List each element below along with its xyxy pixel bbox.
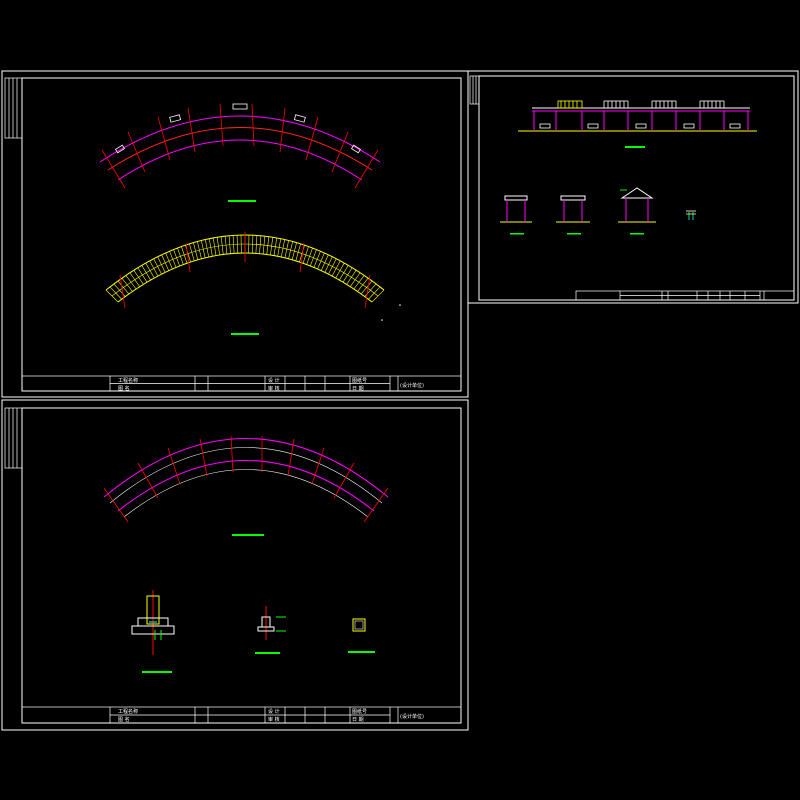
elevation-label-bar <box>625 146 645 148</box>
foundation-plan-label-bar <box>232 534 264 536</box>
title-block <box>21 375 462 392</box>
rafter <box>349 272 361 287</box>
rafter <box>161 254 170 271</box>
sheet-elevation <box>467 70 799 304</box>
rafter <box>295 243 301 261</box>
rafter <box>109 286 122 300</box>
rafter <box>251 235 254 254</box>
rafter <box>368 286 381 300</box>
title-block <box>21 706 462 724</box>
title-block-design: 设 计 <box>268 377 280 384</box>
rafter <box>133 270 144 285</box>
binding-strip <box>4 407 23 469</box>
foundation-axes <box>103 435 389 523</box>
sheet-inner-frame <box>21 77 462 392</box>
roof-plan-panels <box>114 103 362 154</box>
title-block <box>575 290 795 301</box>
rafter-label-bar <box>231 333 259 335</box>
footing-2-label-bar <box>255 652 280 654</box>
rafter <box>360 280 373 295</box>
rafter <box>331 260 341 277</box>
rafter <box>153 258 162 275</box>
rafter <box>364 283 377 297</box>
rafter <box>328 258 337 275</box>
rafter <box>137 267 148 283</box>
rafter <box>236 235 239 254</box>
rafter <box>113 283 126 297</box>
detail-3-label-bar <box>630 233 644 235</box>
roof-plan-axes <box>101 103 379 189</box>
rafter <box>353 275 365 290</box>
rafter <box>357 277 369 292</box>
rafter-axes <box>119 232 371 309</box>
footing-detail-1 <box>131 590 175 655</box>
sheet-border <box>1 70 469 398</box>
rafter <box>141 265 151 281</box>
title-block-company: (设计单位) <box>400 713 424 720</box>
detail-1-label-bar <box>510 233 524 235</box>
rafter <box>193 242 199 260</box>
rafter <box>284 240 289 258</box>
rafter <box>121 277 133 292</box>
section-detail-2 <box>556 195 590 223</box>
title-block-check: 审 核 <box>268 385 280 392</box>
rafter <box>339 265 349 281</box>
binding-strip <box>469 75 480 105</box>
title-block-drawing-no: 图纸号 <box>352 377 367 384</box>
title-block-drawing: 图 名 <box>118 385 130 392</box>
roof-pavilions <box>557 100 725 109</box>
plan-label-bar <box>228 200 256 202</box>
rafter <box>342 267 353 283</box>
title-block-project: 工程名称 <box>118 708 138 715</box>
title-block-date: 日 期 <box>352 386 364 392</box>
marker-dot <box>399 304 401 306</box>
title-block-check: 审 核 <box>268 716 280 723</box>
column-section <box>352 618 366 632</box>
title-block-project: 工程名称 <box>118 377 138 384</box>
rafter <box>125 275 137 290</box>
sheet-border <box>1 399 469 731</box>
title-block-drawing: 图 名 <box>118 716 130 723</box>
title-block-drawing-no: 图纸号 <box>352 708 367 715</box>
section-detail-3 <box>618 187 656 223</box>
title-block-date: 日 期 <box>352 717 364 723</box>
sheet-border <box>467 70 799 304</box>
rafter <box>117 280 130 295</box>
sheet-inner-frame <box>21 407 462 724</box>
title-block-company: (设计单位) <box>400 382 424 389</box>
benches <box>539 123 741 129</box>
column-section-label-bar <box>348 651 375 653</box>
rafter <box>324 256 333 273</box>
rafter <box>346 270 357 285</box>
long-elevation <box>518 100 757 132</box>
binding-strip <box>4 77 23 139</box>
rafter <box>145 262 155 279</box>
rafter <box>129 272 141 287</box>
rafter <box>197 241 202 259</box>
sheet-plan-top: 工程名称 图 名 设 计 审 核 图纸号 日 期 (设计单位) <box>1 70 469 398</box>
rafter <box>149 260 159 277</box>
title-block-design: 设 计 <box>268 708 280 715</box>
rafter <box>157 256 166 273</box>
rafter <box>288 241 293 259</box>
rafter <box>105 289 119 303</box>
cad-drawing-canvas: 工程名称 图 名 设 计 审 核 图纸号 日 期 (设计单位) 工程名称 图 名… <box>1 70 799 731</box>
marker-dot <box>381 319 383 321</box>
rafter <box>201 240 206 258</box>
rafter <box>291 242 297 260</box>
roof-plan-arc <box>99 115 381 181</box>
column-icon <box>686 210 696 220</box>
detail-2-label-bar <box>567 233 581 235</box>
sheet-foundation: 工程名称 图 名 设 计 审 核 图纸号 日 期 (设计单位) <box>1 399 469 731</box>
rafter <box>371 289 385 303</box>
rafter <box>189 243 195 261</box>
footing-1-label-bar <box>142 671 172 673</box>
rafter <box>320 254 329 271</box>
rafter <box>335 262 345 279</box>
section-detail-1 <box>500 195 532 223</box>
footing-detail-2 <box>257 606 286 640</box>
